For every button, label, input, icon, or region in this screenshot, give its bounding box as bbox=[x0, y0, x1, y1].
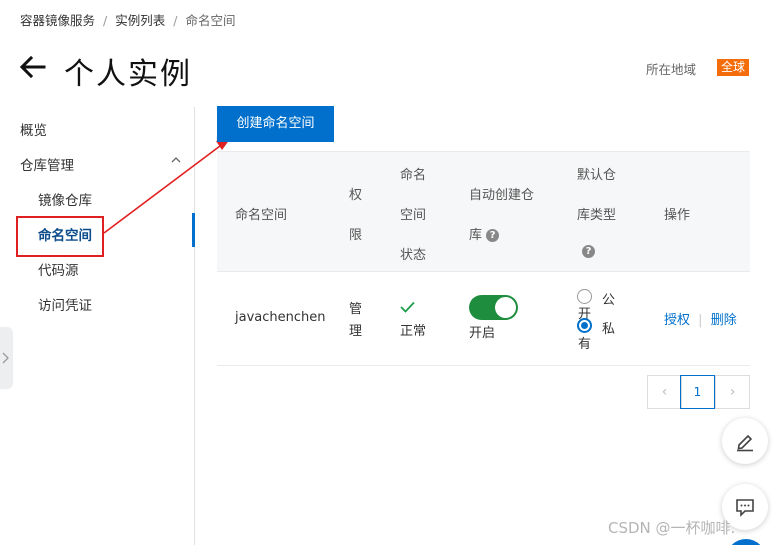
sidebar-expand-tab[interactable] bbox=[0, 327, 13, 389]
radio-private-label-2: 有 bbox=[578, 337, 592, 352]
feedback-edit-button[interactable] bbox=[722, 418, 768, 464]
action-separator: | bbox=[698, 313, 703, 328]
radio-private[interactable] bbox=[577, 318, 592, 333]
help-icon[interactable]: ? bbox=[582, 244, 595, 259]
perm-line1: 管 bbox=[349, 302, 363, 317]
pagination-page-1[interactable]: 1 bbox=[680, 375, 715, 409]
help-icon[interactable]: ? bbox=[486, 229, 500, 242]
status-text: 正常 bbox=[400, 324, 427, 339]
chat-icon bbox=[736, 499, 754, 517]
radio-public[interactable] bbox=[577, 289, 592, 304]
create-namespace-button[interactable]: 创建命名空间 bbox=[217, 106, 334, 142]
header-perm-line1: 权 bbox=[349, 188, 363, 203]
breadcrumb: 容器镜像服务 / 实例列表 / 命名空间 bbox=[20, 10, 235, 29]
assistant-button[interactable] bbox=[726, 539, 766, 545]
watermark: CSDN @一杯咖啡. bbox=[608, 519, 736, 537]
table-divider bbox=[217, 365, 750, 366]
breadcrumb-current: 命名空间 bbox=[185, 13, 236, 28]
annotation-highlight-box bbox=[16, 216, 104, 257]
table-header: 命名空间 权 限 命名 空间 状态 自动创建仓 库 ? 默认仓 库类型 ? 操作 bbox=[217, 151, 750, 271]
edit-icon bbox=[737, 434, 753, 452]
breadcrumb-item-instances[interactable]: 实例列表 bbox=[115, 13, 165, 28]
header-auto-create-line1: 自动创建仓 bbox=[469, 188, 535, 203]
pagination-prev[interactable]: ‹ bbox=[647, 375, 682, 409]
sidebar-item-repo-management[interactable]: 仓库管理 bbox=[20, 154, 74, 174]
pagination-next[interactable]: › bbox=[715, 375, 750, 409]
chevron-right-icon bbox=[2, 352, 9, 364]
region-badge: 全球 bbox=[717, 59, 750, 76]
sidebar-item-code-sources[interactable]: 代码源 bbox=[38, 259, 79, 279]
header-actions: 操作 bbox=[664, 208, 691, 223]
region-label: 所在地域 bbox=[646, 62, 697, 77]
sidebar-item-overview[interactable]: 概览 bbox=[20, 119, 47, 139]
namespace-name: javachenchen bbox=[235, 310, 326, 325]
back-arrow-icon[interactable] bbox=[18, 52, 48, 82]
radio-private-label-1: 私 bbox=[602, 322, 616, 337]
radio-public-label-1: 公 bbox=[602, 293, 616, 308]
delete-link[interactable]: 删除 bbox=[711, 313, 737, 328]
page-title: 个人实例 bbox=[64, 57, 192, 92]
sidebar-item-image-repos[interactable]: 镜像仓库 bbox=[38, 189, 92, 209]
header-status-line2: 空间 bbox=[400, 208, 427, 223]
auto-create-label: 开启 bbox=[469, 326, 496, 341]
auto-create-toggle[interactable] bbox=[469, 295, 518, 320]
header-default-type-line2: 库类型 bbox=[577, 208, 617, 223]
sidebar-item-access-credentials[interactable]: 访问凭证 bbox=[38, 294, 92, 314]
chevron-up-icon[interactable] bbox=[171, 155, 181, 165]
perm-line2: 理 bbox=[349, 324, 363, 339]
breadcrumb-separator: / bbox=[103, 13, 108, 28]
sidebar-divider bbox=[194, 107, 195, 545]
table-divider bbox=[217, 271, 750, 272]
row-actions: 授权 | 删除 bbox=[664, 309, 737, 328]
header-default-type-line1: 默认仓 bbox=[577, 168, 617, 183]
authorize-link[interactable]: 授权 bbox=[664, 313, 690, 328]
header-perm-line2: 限 bbox=[349, 228, 363, 243]
header-auto-create-line2: 库 ? bbox=[469, 224, 500, 243]
breadcrumb-separator: / bbox=[173, 13, 178, 28]
sidebar-active-indicator bbox=[192, 213, 195, 247]
header-namespace: 命名空间 bbox=[235, 208, 288, 223]
header-status-line3: 状态 bbox=[400, 248, 427, 263]
header-status-line1: 命名 bbox=[400, 168, 427, 183]
breadcrumb-item-service[interactable]: 容器镜像服务 bbox=[20, 13, 95, 28]
check-icon bbox=[400, 301, 415, 313]
